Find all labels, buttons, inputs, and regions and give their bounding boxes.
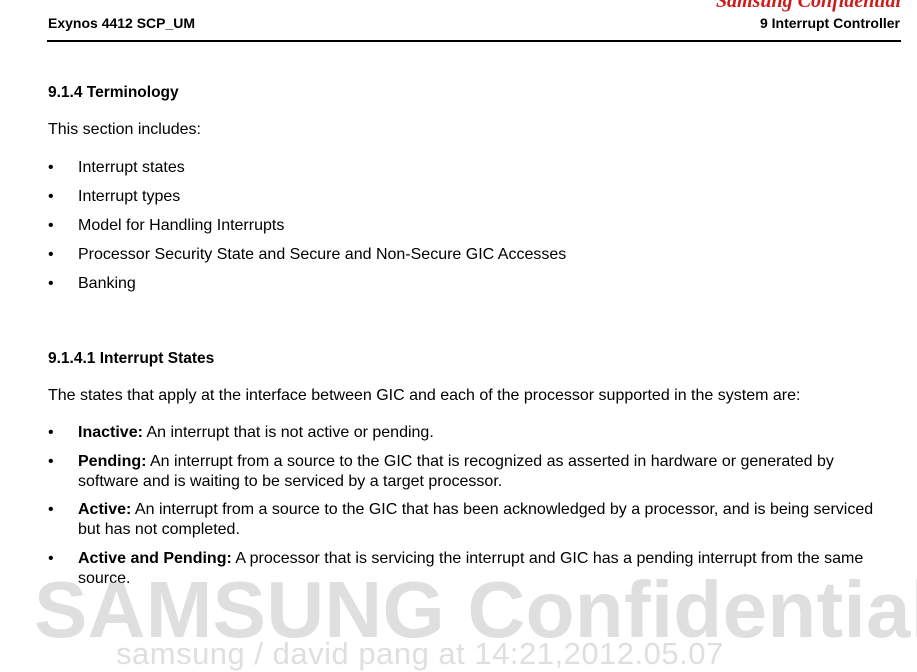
term: Inactive: <box>78 424 143 441</box>
list-item: • Interrupt types <box>48 187 878 207</box>
chapter-title: 9 Interrupt Controller <box>759 15 900 31</box>
definition: An interrupt from a source to the GIC th… <box>78 501 874 538</box>
bullet-icon: • <box>48 159 54 176</box>
definition: An interrupt from a source to the GIC th… <box>78 452 834 490</box>
list-item-text: Processor Security State and Secure and … <box>78 246 567 263</box>
page-content: 9.1.4 Terminology This section includes:… <box>48 83 878 597</box>
term: Pending: <box>78 452 147 470</box>
list-item: • Processor Security State and Secure and… <box>48 245 878 265</box>
list-item: • Pending: An interrupt from a source to … <box>48 452 878 492</box>
watermark-sub: samsung / david pang at 14:21,2012.05.07 <box>116 636 724 671</box>
list-item-text: Interrupt types <box>78 188 181 205</box>
header-rule <box>47 40 901 42</box>
term: Active: <box>78 501 132 518</box>
interrupt-states-intro: The states that apply at the interface b… <box>48 387 801 404</box>
confidential-mark: Samsung Confidential <box>715 0 901 12</box>
list-item-text: Model for Handling Interrupts <box>78 217 285 234</box>
bullet-icon: • <box>48 217 54 234</box>
list-item: • Active: An interrupt from a source to t… <box>48 500 878 540</box>
list-item: • Active and Pending: A processor that is… <box>48 549 878 589</box>
bullet-icon: • <box>48 275 54 292</box>
list-item-text: Interrupt states <box>78 159 185 176</box>
document-title: Exynos 4412 SCP_UM <box>48 15 196 31</box>
bullet-icon: • <box>48 246 54 263</box>
list-item: • Banking <box>48 274 878 294</box>
term: Active and Pending: <box>78 549 232 567</box>
interrupt-states-list: • Inactive: An interrupt that is not acti… <box>48 423 878 589</box>
list-item: • Inactive: An interrupt that is not acti… <box>48 423 878 443</box>
bullet-icon: • <box>48 424 54 441</box>
section-heading-terminology: 9.1.4 Terminology <box>48 84 179 101</box>
bullet-icon: • <box>48 501 54 518</box>
terminology-intro: This section includes: <box>48 121 201 138</box>
terminology-list: • Interrupt states • Interrupt types • Mode… <box>48 158 878 294</box>
bullet-icon: • <box>48 188 54 205</box>
list-item-text: Banking <box>78 275 136 292</box>
list-item: • Interrupt states <box>48 158 878 178</box>
bullet-icon: • <box>48 452 54 470</box>
section-heading-interrupt-states: 9.1.4.1 Interrupt States <box>48 350 215 367</box>
list-item: • Model for Handling Interrupts <box>48 216 878 236</box>
definition: An interrupt that is not active or pendi… <box>142 424 434 441</box>
bullet-icon: • <box>48 549 54 567</box>
